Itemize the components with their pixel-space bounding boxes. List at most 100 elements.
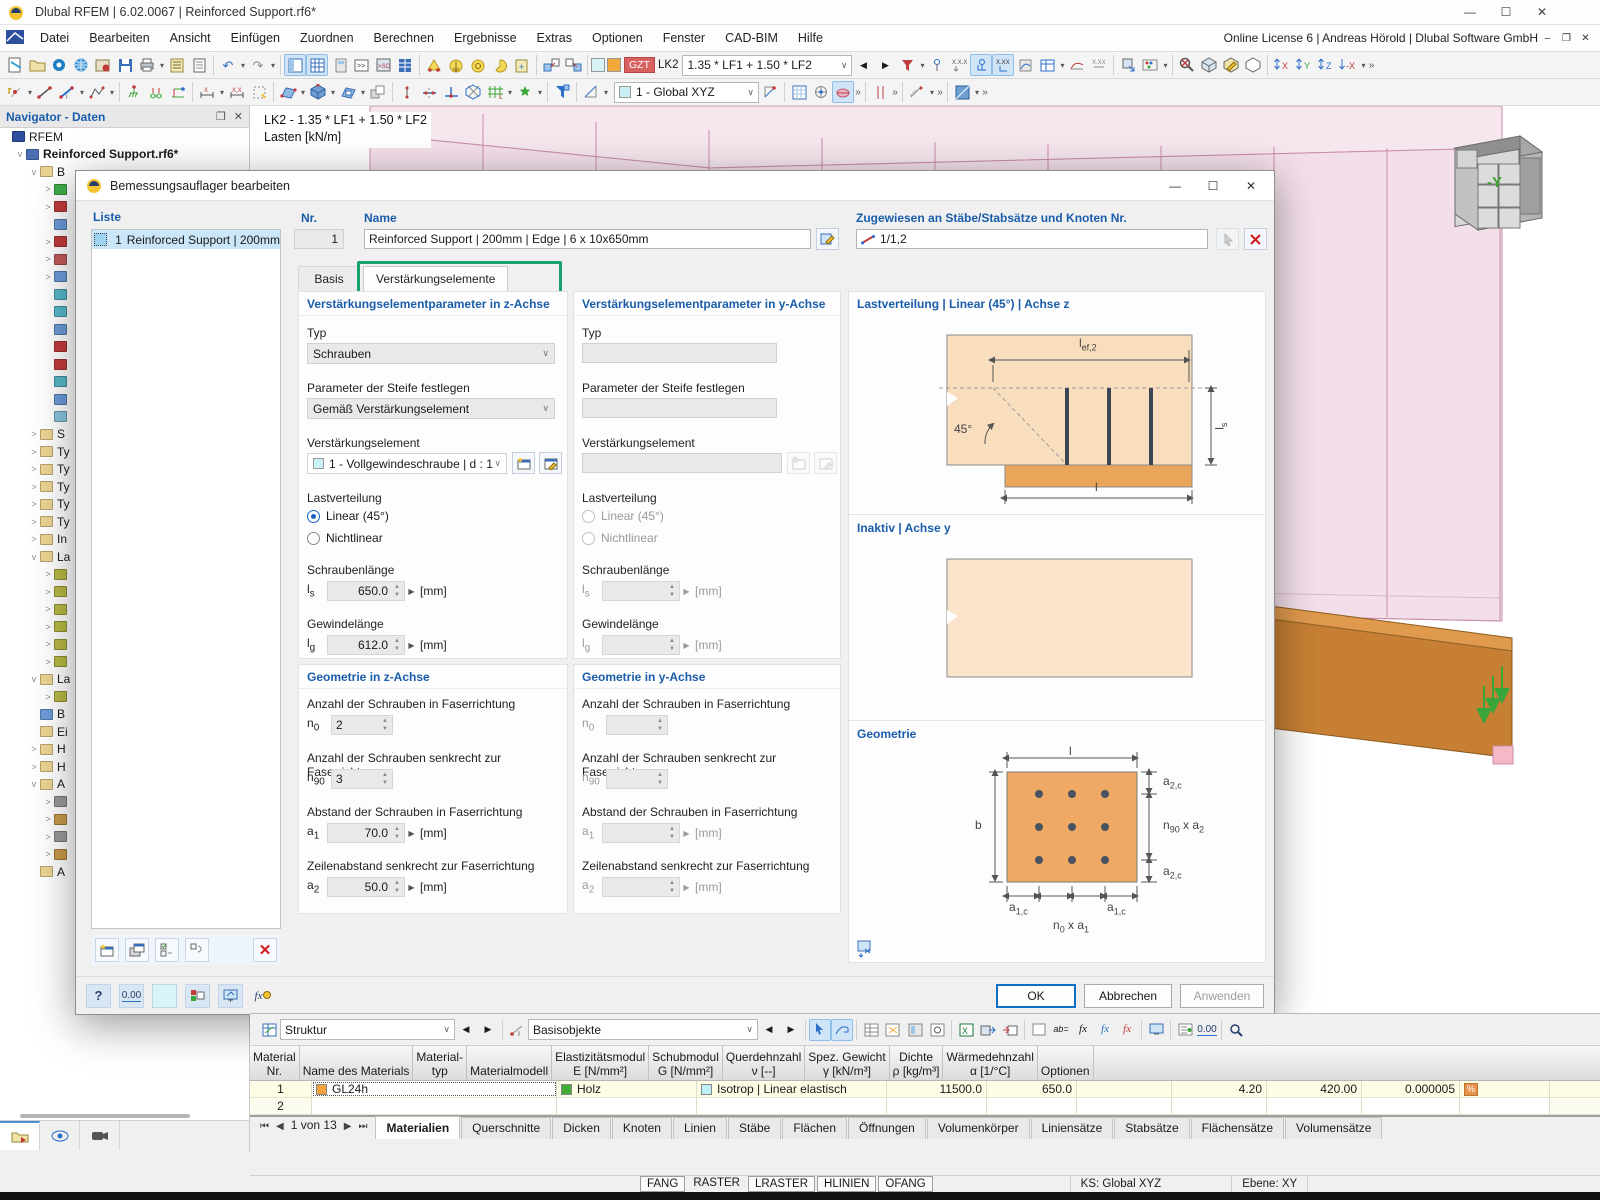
show-load-values-icon[interactable]: X.X.X <box>948 54 970 76</box>
visibility-filter-icon[interactable] <box>551 81 573 103</box>
measure-icon[interactable] <box>906 81 928 103</box>
tree-chevron-icon[interactable]: > <box>28 482 40 492</box>
models-online-icon[interactable] <box>70 54 92 76</box>
tree-chevron-icon[interactable]: > <box>42 622 54 632</box>
rendering-dropdown-icon[interactable]: ▾ <box>973 88 981 97</box>
ls-param-arrow-icon[interactable]: ▶ <box>405 581 418 601</box>
load-combination-select[interactable]: 1.35 * LF1 + 1.50 * LF2∨ <box>682 55 852 76</box>
view-edit-icon[interactable] <box>1220 54 1242 76</box>
filter-dropdown-icon[interactable]: ▾ <box>918 61 926 70</box>
table-header-cell[interactable]: SchubmodulG [N/mm²] <box>649 1046 723 1080</box>
table-search-icon[interactable] <box>1225 1019 1247 1041</box>
table-tab[interactable]: Volumensätze <box>1285 1117 1382 1139</box>
load-combinations-icon[interactable] <box>467 54 489 76</box>
snap-settings-icon[interactable] <box>810 81 832 103</box>
save-icon[interactable] <box>114 54 136 76</box>
line-grid-icon[interactable]: L <box>484 81 506 103</box>
prev-table-icon[interactable]: ◀ <box>276 1121 284 1132</box>
z-typ-select[interactable]: Schrauben∨ <box>307 343 555 364</box>
tree-chevron-icon[interactable]: v <box>28 779 40 789</box>
fx1-icon[interactable]: fx <box>1072 1019 1094 1041</box>
toolbar2-overflow1-icon[interactable]: » <box>854 87 862 98</box>
new-support-icon[interactable] <box>123 81 145 103</box>
view-x-icon[interactable]: X <box>1271 54 1293 76</box>
tables-toggle-icon[interactable] <box>306 54 328 76</box>
menu-item[interactable]: Zuordnen <box>290 27 364 49</box>
tree-chevron-icon[interactable]: > <box>42 254 54 264</box>
table-header-cell[interactable]: Material-typ <box>413 1046 467 1080</box>
fx2-icon[interactable]: fx <box>1094 1019 1116 1041</box>
table-units-icon[interactable]: 0.00 <box>1196 1019 1218 1041</box>
clear-selection-button[interactable] <box>1244 228 1267 250</box>
tree-chevron-icon[interactable]: > <box>28 517 40 527</box>
workplane-dropdown-icon[interactable]: ▾ <box>602 88 610 97</box>
table-category-next-icon[interactable]: ▶ <box>780 1019 802 1041</box>
view-y-icon[interactable]: Y <box>1293 54 1315 76</box>
table-header-cell[interactable]: Spez. Gewichtγ [kN/m³] <box>805 1046 889 1080</box>
result-values-xxx-icon[interactable]: X.XX <box>1088 54 1110 76</box>
tree-chevron-icon[interactable]: > <box>28 464 40 474</box>
dialog-titlebar[interactable]: Bemessungsauflager bearbeiten — ☐ ✕ <box>76 171 1274 201</box>
table-tab[interactable]: Liniensätze <box>1031 1117 1114 1139</box>
tree-chevron-icon[interactable]: > <box>42 657 54 667</box>
a1-param-arrow-icon[interactable]: ▶ <box>405 823 418 843</box>
table-row[interactable]: 2 <box>250 1098 1600 1115</box>
table-tab[interactable]: Stäbe <box>728 1117 781 1139</box>
navigator-float-icon[interactable]: ❐ <box>216 110 226 123</box>
table-header-cell[interactable]: Dichteρ [kg/m³] <box>890 1046 944 1080</box>
filter-loads-icon[interactable] <box>896 54 918 76</box>
table-header-cell[interactable]: ElastizitätsmodulE [N/mm²] <box>552 1046 649 1080</box>
export-excel-icon[interactable]: X <box>955 1019 977 1041</box>
z-edit-element-button[interactable] <box>539 452 562 474</box>
ab-substitute-icon[interactable]: ab= <box>1050 1019 1072 1041</box>
close-icon[interactable]: ✕ <box>1524 0 1560 24</box>
tree-chevron-icon[interactable]: > <box>42 184 54 194</box>
print-icon[interactable] <box>136 54 158 76</box>
generate-model-icon[interactable] <box>514 81 536 103</box>
dialog-close-icon[interactable]: ✕ <box>1232 174 1270 198</box>
tree-chevron-icon[interactable]: > <box>28 534 40 544</box>
new-model-icon[interactable] <box>4 54 26 76</box>
opening-dropdown-icon[interactable]: ▾ <box>359 88 367 97</box>
new-hinge-icon[interactable] <box>145 81 167 103</box>
toolbar2-overflow3-icon[interactable]: » <box>936 87 944 98</box>
cs-manager-icon[interactable] <box>759 81 781 103</box>
radio-unselected-icon[interactable] <box>307 532 320 545</box>
material-name[interactable]: GL24h <box>332 1082 368 1096</box>
measure-dropdown-icon[interactable]: ▾ <box>928 88 936 97</box>
dialog-maximize-icon[interactable]: ☐ <box>1194 174 1232 198</box>
view-isometric-icon[interactable] <box>1198 54 1220 76</box>
selection-box-icon[interactable] <box>248 81 270 103</box>
report-icon[interactable] <box>188 54 210 76</box>
menu-item[interactable]: Optionen <box>582 27 653 49</box>
tree-chevron-icon[interactable]: > <box>28 762 40 772</box>
new-solid-icon[interactable] <box>307 81 329 103</box>
table-tab[interactable]: Volumenkörper <box>927 1117 1030 1139</box>
tree-chevron-icon[interactable]: > <box>42 639 54 649</box>
generate-dropdown-icon[interactable]: ▾ <box>536 88 544 97</box>
units-settings-button[interactable]: 0.00 <box>119 984 144 1008</box>
snap-toggle[interactable]: LRASTER <box>748 1176 815 1192</box>
name-input[interactable]: Reinforced Support | 200mm | Edge | 6 x … <box>364 229 811 249</box>
view-z-icon[interactable]: Z <box>1315 54 1337 76</box>
zoom-cancel-icon[interactable] <box>1176 54 1198 76</box>
dlubal-center-icon[interactable] <box>48 54 70 76</box>
table-category-prev-icon[interactable]: ◀ <box>758 1019 780 1041</box>
z-radio-nonlinear[interactable]: Nichtlinear <box>307 531 383 545</box>
new-node-icon[interactable] <box>4 81 26 103</box>
copy-move-icon[interactable] <box>367 81 389 103</box>
coordinate-system-select[interactable]: 1 - Global XYZ∨ <box>614 82 759 103</box>
snap-toggle[interactable]: HLINIEN <box>817 1176 876 1192</box>
toolbar2-overflow4-icon[interactable]: » <box>981 87 989 98</box>
menu-item[interactable]: Ansicht <box>160 27 221 49</box>
new-load-icon[interactable] <box>423 54 445 76</box>
export2-icon[interactable] <box>999 1019 1021 1041</box>
view-minus-x-icon[interactable]: -X <box>1337 54 1359 76</box>
result-table-dropdown-icon[interactable]: ▾ <box>1058 61 1066 70</box>
next-table-icon[interactable]: ▶ <box>344 1121 352 1132</box>
guidelines-icon[interactable] <box>869 81 891 103</box>
toolbar1-overflow-icon[interactable]: » <box>1367 60 1375 71</box>
tree-item[interactable]: v Reinforced Support.rf6* <box>0 146 249 164</box>
z-radio-linear[interactable]: Linear (45°) <box>307 509 389 523</box>
navigator-tab-views[interactable] <box>40 1121 80 1150</box>
